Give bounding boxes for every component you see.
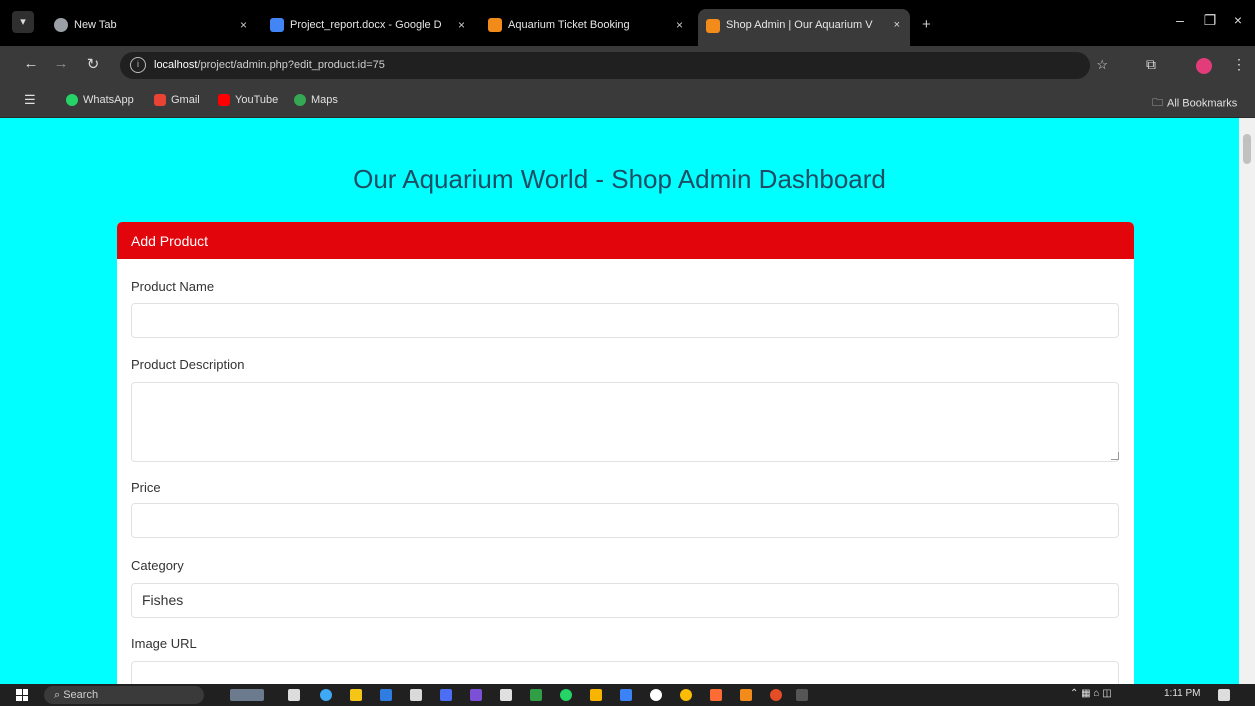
tab-search-icon[interactable]: ▾ bbox=[12, 11, 34, 33]
restore-icon[interactable]: ❐ bbox=[1200, 12, 1220, 29]
new-tab-icon bbox=[54, 18, 68, 33]
category-select[interactable]: Fishes bbox=[131, 583, 1119, 618]
apps-grid-icon[interactable]: ☰ bbox=[24, 92, 36, 108]
page-scrollbar[interactable] bbox=[1239, 118, 1255, 684]
bookmarks-bar: ☰ WhatsApp Gmail YouTube Maps 🗀 All Bookm… bbox=[0, 86, 1255, 118]
bookmark-youtube[interactable]: YouTube bbox=[218, 94, 278, 107]
file-explorer-icon[interactable] bbox=[350, 689, 362, 701]
app-icon[interactable] bbox=[710, 689, 722, 701]
site-info-icon[interactable]: i bbox=[130, 57, 146, 73]
tab-close-icon[interactable]: × bbox=[894, 9, 900, 42]
all-bookmarks-button[interactable]: 🗀 All Bookmarks bbox=[1152, 94, 1237, 113]
reload-icon[interactable]: ↻ bbox=[82, 55, 104, 73]
bookmark-whatsapp[interactable]: WhatsApp bbox=[66, 94, 134, 107]
app-icon[interactable] bbox=[740, 689, 752, 701]
maps-icon bbox=[294, 94, 306, 107]
browser-toolbar: ← → ↻ i localhost/project/admin.php?edit… bbox=[0, 46, 1255, 86]
product-description-label: Product Description bbox=[131, 357, 245, 372]
card-header: Add Product bbox=[117, 222, 1134, 259]
search-icon: ⌕ bbox=[54, 689, 64, 701]
new-tab-plus-icon[interactable]: + bbox=[922, 10, 931, 40]
folder-icon: 🗀 bbox=[1152, 97, 1163, 109]
taskbar-search[interactable]: ⌕ Search bbox=[44, 686, 204, 704]
notifications-icon[interactable] bbox=[1218, 689, 1230, 701]
tab-close-icon[interactable]: × bbox=[676, 10, 683, 40]
window-close-icon[interactable]: × bbox=[1228, 12, 1248, 28]
page-title: Our Aquarium World - Shop Admin Dashboar… bbox=[353, 164, 886, 194]
tab-close-icon[interactable]: × bbox=[240, 10, 247, 40]
app-icon[interactable] bbox=[770, 689, 782, 701]
site-favicon-icon bbox=[488, 18, 502, 33]
app-icon[interactable] bbox=[796, 689, 808, 701]
widgets-icon[interactable] bbox=[230, 689, 264, 701]
site-favicon-icon bbox=[706, 18, 720, 33]
windows-taskbar: ⌕ Search ⌃ ▦ ⌂ ◫ 1:11 PM bbox=[0, 684, 1255, 706]
menu-kebab-icon[interactable]: ⋮ bbox=[1232, 56, 1246, 73]
windows-start-icon[interactable] bbox=[16, 689, 28, 701]
whatsapp-icon bbox=[66, 94, 78, 107]
teams-icon[interactable] bbox=[470, 689, 482, 701]
task-view-icon[interactable] bbox=[288, 689, 300, 701]
browser-tab-strip: ▾ New Tab × Project_report.docx - Google… bbox=[0, 0, 1255, 46]
price-input[interactable] bbox=[131, 503, 1119, 538]
clock[interactable]: 1:11 PM bbox=[1164, 688, 1201, 699]
forward-arrow-icon[interactable]: → bbox=[50, 55, 72, 72]
edge-icon[interactable] bbox=[320, 689, 332, 701]
system-tray-icons[interactable]: ⌃ ▦ ⌂ ◫ bbox=[1070, 688, 1112, 699]
image-url-label: Image URL bbox=[131, 636, 197, 651]
vscode-icon[interactable] bbox=[380, 689, 392, 701]
category-label: Category bbox=[131, 558, 184, 573]
app-icon[interactable] bbox=[440, 689, 452, 701]
tab-project-report[interactable]: Project_report.docx - Google D bbox=[262, 10, 452, 40]
whatsapp-icon[interactable] bbox=[560, 689, 572, 701]
product-name-input[interactable] bbox=[131, 303, 1119, 338]
excel-icon[interactable] bbox=[530, 689, 542, 701]
chrome-icon[interactable] bbox=[680, 689, 692, 701]
tab-shop-admin[interactable]: Shop Admin | Our Aquarium V × bbox=[698, 9, 910, 46]
bookmark-star-icon[interactable]: ☆ bbox=[1096, 57, 1108, 73]
textarea-resize-handle[interactable] bbox=[1111, 452, 1119, 460]
price-label: Price bbox=[131, 480, 161, 495]
add-product-card: Add Product Product Name Product Descrip… bbox=[117, 222, 1134, 684]
app-icon[interactable] bbox=[650, 689, 662, 701]
image-url-input[interactable] bbox=[131, 661, 1119, 684]
tab-close-icon[interactable]: × bbox=[458, 10, 465, 40]
url-text: localhost/project/admin.php?edit_product… bbox=[154, 59, 385, 71]
gmail-icon bbox=[154, 94, 166, 107]
bookmark-maps[interactable]: Maps bbox=[294, 94, 338, 107]
tab-aquarium-ticket-booking[interactable]: Aquarium Ticket Booking bbox=[480, 10, 670, 40]
bookmark-gmail[interactable]: Gmail bbox=[154, 94, 200, 107]
google-docs-icon bbox=[270, 18, 284, 33]
product-description-textarea[interactable] bbox=[131, 382, 1119, 462]
product-name-label: Product Name bbox=[131, 279, 215, 294]
app-icon[interactable] bbox=[620, 689, 632, 701]
page-viewport: Our Aquarium World - Shop Admin Dashboar… bbox=[0, 118, 1255, 684]
store-icon[interactable] bbox=[410, 689, 422, 701]
screen: ▾ New Tab × Project_report.docx - Google… bbox=[0, 0, 1255, 706]
scrollbar-thumb[interactable] bbox=[1243, 134, 1251, 164]
app-icon[interactable] bbox=[590, 689, 602, 701]
minimize-icon[interactable]: – bbox=[1170, 12, 1190, 28]
address-bar[interactable]: i localhost/project/admin.php?edit_produ… bbox=[120, 52, 1108, 79]
app-icon[interactable] bbox=[500, 689, 512, 701]
back-arrow-icon[interactable]: ← bbox=[20, 55, 42, 72]
youtube-icon bbox=[218, 94, 230, 107]
tab-new-tab[interactable]: New Tab bbox=[46, 10, 236, 40]
extensions-icon[interactable]: ⧉ bbox=[1146, 56, 1156, 73]
profile-avatar[interactable] bbox=[1196, 58, 1212, 74]
